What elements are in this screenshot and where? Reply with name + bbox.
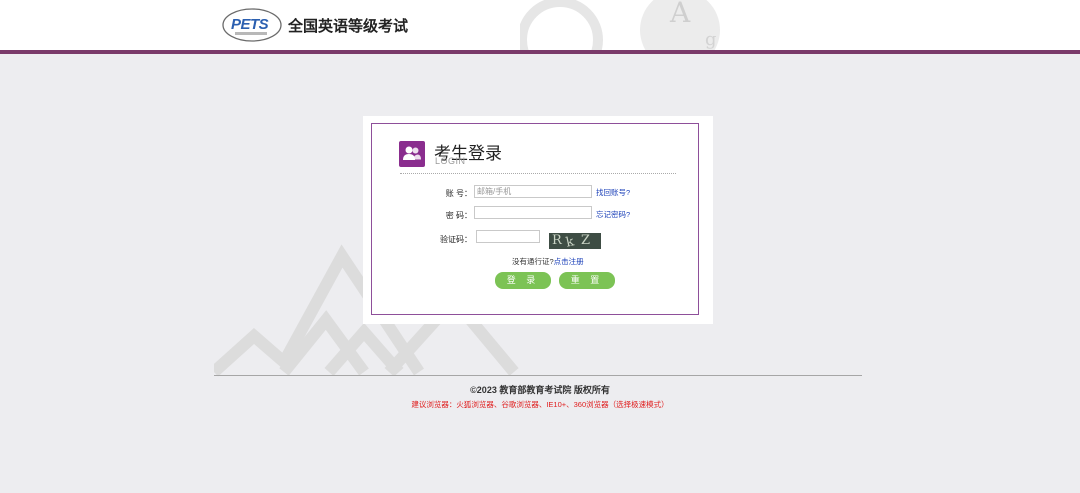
footer-divider	[214, 375, 862, 376]
browser-recommendation: 建议浏览器：火狐浏览器、谷歌浏览器、IE10+、360浏览器（选择极速模式）	[411, 400, 669, 409]
captcha-char: k	[564, 234, 576, 249]
reset-button[interactable]: 重 置	[559, 272, 615, 289]
password-input[interactable]	[474, 206, 592, 219]
logo-text: PETS	[231, 16, 269, 33]
site-title: 全国英语等级考试	[288, 18, 409, 35]
copyright-text: ©2023 教育部教育考试院 版权所有	[470, 385, 610, 395]
captcha-image[interactable]: R k Z	[549, 233, 601, 249]
title-divider	[400, 173, 676, 174]
site-header: A g PETS 全国英语等级考试	[0, 0, 1080, 50]
find-account-link[interactable]: 找回账号?	[596, 187, 630, 198]
forgot-password-link[interactable]: 忘记密码?	[596, 209, 630, 220]
deco-letter-a: A	[669, 0, 691, 29]
users-icon	[399, 141, 425, 167]
register-link[interactable]: 点击注册	[554, 257, 584, 266]
account-label: 账 号：	[445, 189, 472, 198]
login-card: 考生登录 LOGIN 账 号： 找回账号? 密 码： 忘记密码? 验证码： R …	[363, 116, 713, 324]
login-subtitle: LOGIN	[435, 156, 466, 166]
deco-letter-g: g	[705, 29, 717, 50]
header-decoration-graphic: A g	[520, 0, 720, 50]
pets-logo: PETS	[222, 8, 282, 42]
captcha-char: Z	[581, 233, 591, 248]
captcha-input[interactable]	[476, 230, 540, 243]
captcha-char: R	[552, 233, 562, 248]
account-input[interactable]	[474, 185, 592, 198]
captcha-label: 验证码：	[440, 235, 472, 244]
login-form-frame: 考生登录 LOGIN 账 号： 找回账号? 密 码： 忘记密码? 验证码： R …	[371, 123, 699, 315]
password-label: 密 码：	[445, 211, 472, 220]
register-prompt-text: 没有通行证?	[512, 257, 554, 266]
header-accent-bar	[0, 50, 1080, 54]
register-prompt: 没有通行证?点击注册	[512, 256, 584, 267]
login-button[interactable]: 登 录	[495, 272, 551, 289]
